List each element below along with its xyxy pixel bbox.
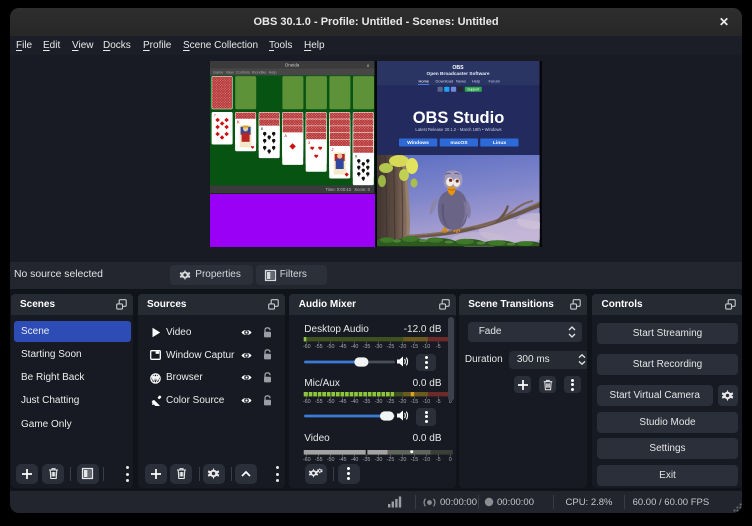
- svg-text:macOS: macOS: [450, 140, 468, 146]
- svg-text:-5: -5: [436, 344, 441, 350]
- svg-text:K: K: [237, 120, 240, 125]
- svg-text:-45: -45: [339, 399, 347, 405]
- svg-text:-50: -50: [327, 399, 335, 405]
- svg-text:News: News: [456, 78, 466, 83]
- svg-text:Windows: Windows: [407, 140, 429, 146]
- svg-text:-15: -15: [411, 344, 419, 350]
- svg-text:Time: 0:00:43 Score: 0: Time: 0:00:43 Score: 0: [326, 187, 371, 192]
- svg-text:-55: -55: [315, 344, 323, 350]
- svg-text:Support: Support: [467, 87, 479, 91]
- svg-text:-55: -55: [315, 399, 323, 405]
- svg-text:-60: -60: [303, 457, 311, 463]
- svg-text:OBS Studio: OBS Studio: [413, 109, 505, 127]
- svg-text:-40: -40: [351, 399, 359, 405]
- svg-text:-15: -15: [411, 457, 419, 463]
- svg-text:-35: -35: [363, 399, 371, 405]
- svg-text:Latest Release 30.1.2 - March: Latest Release 30.1.2 - March 19th •︎ Wi…: [415, 127, 501, 132]
- svg-text:-40: -40: [351, 457, 359, 463]
- svg-text:-35: -35: [363, 344, 371, 350]
- svg-text:Forum: Forum: [488, 78, 500, 83]
- svg-text:-5: -5: [436, 399, 441, 405]
- svg-text:-5: -5: [436, 457, 441, 463]
- svg-text:A: A: [285, 133, 288, 138]
- svg-text:-60: -60: [303, 344, 311, 350]
- svg-text:Download: Download: [436, 78, 454, 83]
- svg-text:-25: -25: [387, 457, 395, 463]
- svg-text:-60: -60: [303, 399, 311, 405]
- svg-text:-25: -25: [387, 344, 395, 350]
- svg-text:Oneida: Oneida: [285, 63, 300, 68]
- svg-text:Home: Home: [419, 78, 430, 83]
- svg-text:-15: -15: [411, 399, 419, 405]
- svg-text:-20: -20: [399, 399, 407, 405]
- svg-text:J: J: [331, 147, 333, 152]
- svg-text:-40: -40: [351, 344, 359, 350]
- svg-text:-45: -45: [339, 344, 347, 350]
- svg-text:Linux: Linux: [493, 140, 507, 146]
- svg-text:-10: -10: [423, 457, 431, 463]
- svg-text:-20: -20: [399, 457, 407, 463]
- svg-text:-35: -35: [363, 457, 371, 463]
- svg-text:Game View Controls Klondike: Game View Controls Klondike Help: [213, 70, 276, 74]
- svg-text:-50: -50: [327, 457, 335, 463]
- svg-text:-30: -30: [375, 457, 383, 463]
- svg-text:0: 0: [449, 457, 452, 463]
- svg-text:Open Broadcaster Software: Open Broadcaster Software: [427, 71, 490, 77]
- svg-text:-30: -30: [375, 344, 383, 350]
- svg-text:-10: -10: [423, 399, 431, 405]
- svg-text:-30: -30: [375, 399, 383, 405]
- svg-text:-10: -10: [423, 344, 431, 350]
- svg-text:-20: -20: [399, 344, 407, 350]
- svg-text:-25: -25: [387, 399, 395, 405]
- svg-text:-45: -45: [339, 457, 347, 463]
- svg-text:OBS: OBS: [452, 65, 464, 71]
- svg-text:-50: -50: [327, 344, 335, 350]
- svg-text:Help: Help: [472, 78, 481, 83]
- svg-text:-55: -55: [315, 457, 323, 463]
